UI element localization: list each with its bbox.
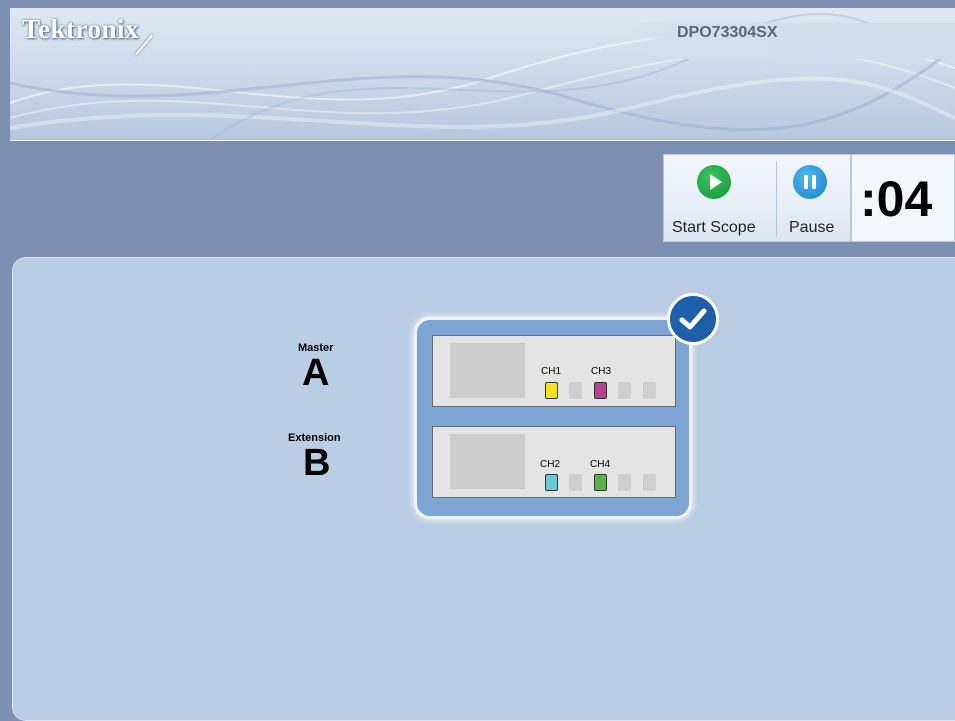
- scope-toolbar: Start Scope Pause: [663, 154, 851, 242]
- master-display: [450, 343, 525, 398]
- play-icon: [697, 165, 731, 199]
- countdown-timer: :04: [851, 154, 955, 242]
- instrument-configuration[interactable]: CH1 CH3 CH2 CH4: [414, 317, 692, 519]
- master-unit[interactable]: CH1 CH3: [432, 335, 676, 407]
- port: [618, 474, 631, 491]
- tektronix-logo: Tektronix: [22, 14, 140, 44]
- model-name: DPO73304SX: [677, 24, 778, 41]
- port: [569, 382, 582, 399]
- ch2-port: [545, 474, 558, 491]
- pause-label: Pause: [789, 219, 835, 236]
- ch1-port: [545, 382, 558, 399]
- extension-letter: B: [303, 442, 331, 484]
- header-banner: [10, 8, 955, 141]
- ch2-label: CH2: [540, 459, 561, 470]
- start-scope-label: Start Scope: [672, 219, 756, 236]
- pause-button[interactable]: Pause: [777, 155, 851, 243]
- selected-check-icon: [667, 293, 719, 345]
- master-letter: A: [302, 352, 330, 394]
- ch3-label: CH3: [591, 366, 612, 377]
- model-tab: [625, 23, 955, 59]
- port: [569, 474, 582, 491]
- extension-display: [450, 434, 525, 489]
- ch4-port: [594, 474, 607, 491]
- port: [618, 382, 631, 399]
- ch3-port: [594, 382, 607, 399]
- pause-icon: [793, 165, 827, 199]
- ch1-label: CH1: [541, 366, 562, 377]
- extension-unit[interactable]: CH2 CH4: [432, 426, 676, 498]
- ch4-label: CH4: [590, 459, 611, 470]
- start-scope-button[interactable]: Start Scope: [664, 155, 776, 243]
- port: [643, 474, 656, 491]
- port: [643, 382, 656, 399]
